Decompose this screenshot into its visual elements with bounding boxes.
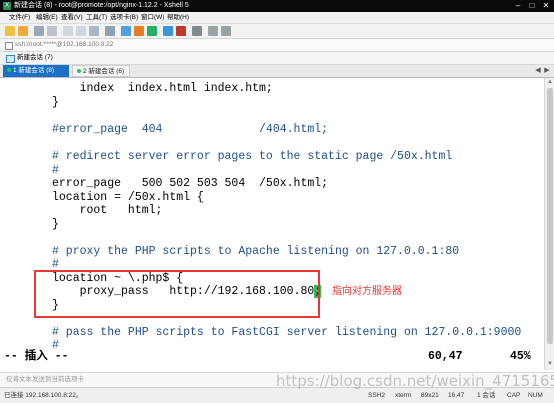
menu-tools[interactable]: 工具(T): [86, 14, 107, 22]
vim-mode: -- 插入 --: [4, 350, 69, 363]
menu-file[interactable]: 文件(F): [9, 14, 30, 22]
num-status: NUM: [528, 392, 543, 399]
window-title: 新建会话 (8) - root@promote:/opt/nginx-1.12.…: [14, 2, 189, 9]
menu-edit[interactable]: 编辑(E): [36, 14, 58, 22]
vim-cursor-position: 60,47: [428, 350, 463, 363]
link-icon[interactable]: [34, 26, 44, 36]
menu-bar: 文件(F) 编辑(E) 查看(V) 工具(T) 选项卡(B) 窗口(W) 帮助(…: [0, 12, 554, 24]
terminal-line: location = /50x.html {: [52, 191, 204, 204]
tab-label: 2 新建会话 (6): [83, 68, 125, 75]
menu-window[interactable]: 窗口(W): [141, 14, 164, 22]
terminal-line: #: [52, 164, 59, 177]
tab-session-8[interactable]: 1 新建会话 (8): [3, 65, 69, 77]
paste-icon[interactable]: [76, 26, 86, 36]
terminal-type-status: xterm: [395, 392, 412, 399]
watermark: https://blog.csdn.net/weixin_47151650: [276, 372, 554, 390]
connected-icon: [7, 68, 11, 73]
search-icon[interactable]: [89, 26, 99, 36]
tab-prev-icon[interactable]: ◀: [534, 66, 542, 76]
xshell-icon: X: [3, 2, 11, 10]
connection-status: 已连接 192.168.100.8:22。: [4, 392, 83, 399]
address-text[interactable]: ssh://root:*****@192.168.100.8:22: [15, 41, 113, 49]
open-folder-icon[interactable]: [18, 26, 28, 36]
terminal-line: error_page 500 502 503 504 /50x.html;: [52, 177, 329, 190]
cursor-position-status: 16,47: [448, 392, 465, 399]
send-placeholder: 仅将文本发送到当前选项卡: [6, 376, 84, 383]
terminal-line: }: [52, 96, 59, 109]
tab-bar: 1 新建会话 (8) 2 新建会话 (6) ◀ ▶: [0, 65, 554, 78]
title-bar: X 新建会话 (8) - root@promote:/opt/nginx-1.1…: [0, 0, 554, 12]
unlink-icon[interactable]: [47, 26, 57, 36]
connected-icon: [77, 69, 81, 74]
minimize-icon[interactable]: –: [511, 1, 525, 11]
protocol-status: SSH2: [368, 392, 385, 399]
highlight-box: [34, 270, 320, 318]
caps-status: CAP: [507, 392, 521, 399]
session-address-icon: [5, 42, 13, 50]
copy-icon[interactable]: [63, 26, 73, 36]
scroll-thumb[interactable]: [547, 88, 553, 344]
tab-session-6[interactable]: 2 新建会话 (6): [72, 65, 130, 77]
vim-scroll-percent: 45%: [510, 350, 531, 363]
scroll-up-icon[interactable]: ▲: [545, 78, 554, 86]
lock-icon[interactable]: [176, 26, 186, 36]
menu-tabs[interactable]: 选项卡(B): [110, 14, 138, 22]
session-icon: [6, 55, 15, 63]
sessions-status: 1 会话: [477, 392, 496, 399]
terminal-line: #error_page 404 /404.html;: [52, 123, 329, 136]
terminal-line: # pass the PHP scripts to FastCGI server…: [52, 326, 522, 339]
toolbar: [0, 24, 554, 39]
terminal-line: index index.html index.htm;: [52, 82, 273, 95]
layout-icon[interactable]: [163, 26, 173, 36]
menu-help[interactable]: 帮助(H): [167, 14, 189, 22]
session-label[interactable]: 新建会话 (7): [17, 54, 53, 62]
terminal-line: root html;: [52, 204, 163, 217]
help-icon[interactable]: [221, 26, 231, 36]
terminal-size-status: 89x21: [421, 392, 439, 399]
tab-label: 1 新建会话 (8): [13, 67, 55, 74]
maximize-icon[interactable]: □: [525, 1, 539, 11]
new-session-icon[interactable]: [5, 26, 15, 36]
terminal-area[interactable]: index index.html index.htm; } #error_pag…: [4, 78, 544, 370]
session-bar: 新建会话 (7): [0, 52, 554, 65]
keyboard-icon[interactable]: [192, 26, 202, 36]
font-icon[interactable]: [134, 26, 144, 36]
terminal-line: }: [52, 218, 59, 231]
menu-view[interactable]: 查看(V): [61, 14, 83, 22]
tab-next-icon[interactable]: ▶: [543, 66, 551, 76]
print-icon[interactable]: [105, 26, 115, 36]
fullscreen-icon[interactable]: [208, 26, 218, 36]
xftp-icon[interactable]: [147, 26, 157, 36]
terminal-scrollbar[interactable]: ▲ ▼: [544, 78, 554, 370]
close-icon[interactable]: ✕: [539, 1, 553, 11]
terminal-line: # redirect server error pages to the sta…: [52, 150, 453, 163]
scroll-down-icon[interactable]: ▼: [545, 360, 554, 368]
terminal-line: # proxy the PHP scripts to Apache listen…: [52, 245, 460, 258]
globe-icon[interactable]: [121, 26, 131, 36]
address-bar: ssh://root:*****@192.168.100.8:22: [0, 39, 554, 52]
annotation-text: 指向对方服务器: [332, 286, 402, 297]
